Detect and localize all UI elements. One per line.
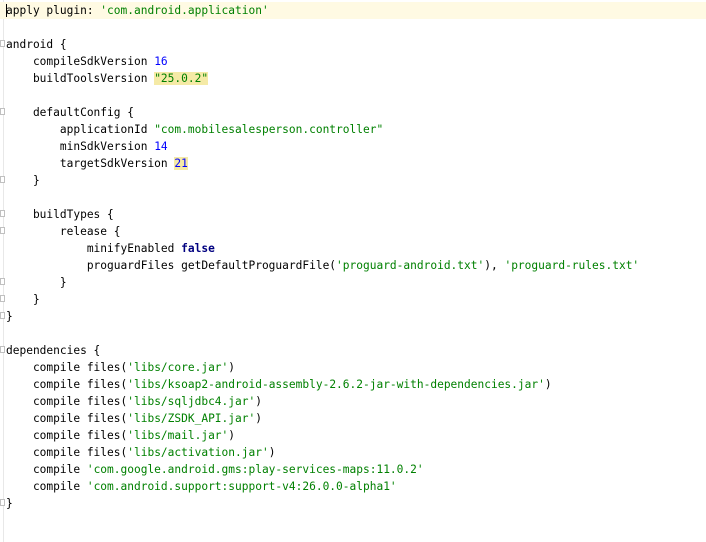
string-literal: 'libs/ZSDK_API.jar' <box>127 412 256 425</box>
code-text: compile files( <box>6 429 128 442</box>
code-line-4[interactable]: compileSdkVersion 16 <box>0 53 706 70</box>
code-line-14[interactable]: release { <box>0 223 706 240</box>
code-text: android { <box>6 38 67 51</box>
code-line-10[interactable]: targetSdkVersion 21 <box>0 155 706 172</box>
keyword: false <box>181 242 215 255</box>
code-line-25[interactable]: compile files('libs/ZSDK_API.jar') <box>0 410 706 427</box>
code-text: release { <box>6 225 121 238</box>
code-line-9[interactable]: minSdkVersion 14 <box>0 138 706 155</box>
code-line-8[interactable]: applicationId "com.mobilesalesperson.con… <box>0 121 706 138</box>
code-text: compile files( <box>6 446 128 459</box>
string-literal: 'com.android.support:support-v4:26.0.0-a… <box>86 480 397 493</box>
string-literal: 'libs/activation.jar' <box>127 446 269 459</box>
code-text: minifyEnabled <box>6 242 182 255</box>
code-text: compile <box>6 480 87 493</box>
string-literal: 'proguard-rules.txt' <box>504 259 640 272</box>
code-line-17[interactable]: } <box>0 274 706 291</box>
code-line-29[interactable]: compile 'com.android.support:support-v4:… <box>0 478 706 495</box>
code-text: compile files( <box>6 412 128 425</box>
code-text: applicationId <box>6 123 155 136</box>
code-text: compileSdkVersion <box>6 55 155 68</box>
fold-marker-icon[interactable] <box>0 499 5 506</box>
code-text: ) <box>268 446 276 459</box>
fold-marker-icon[interactable] <box>0 108 5 115</box>
code-text: compile files( <box>6 395 128 408</box>
fold-marker-icon[interactable] <box>0 176 5 183</box>
string-literal: "25.0.2" <box>154 72 209 85</box>
string-literal: 'libs/sqljdbc4.jar' <box>127 395 256 408</box>
code-text: defaultConfig { <box>6 106 134 119</box>
string-literal: 'libs/mail.jar' <box>127 429 229 442</box>
code-text: buildToolsVersion <box>6 72 155 85</box>
code-text: compile files( <box>6 378 128 391</box>
code-text: ) <box>228 361 236 374</box>
code-text: ) <box>255 412 262 425</box>
code-line-5[interactable]: buildToolsVersion "25.0.2" <box>0 70 706 87</box>
number-literal: 21 <box>174 157 188 170</box>
code-editor[interactable]: apply plugin: 'com.android.application' … <box>0 0 706 542</box>
code-line-11[interactable]: } <box>0 172 706 189</box>
code-line-23[interactable]: compile files('libs/ksoap2-android-assem… <box>0 376 706 393</box>
code-line-3[interactable]: android { <box>0 36 706 53</box>
code-line-26[interactable]: compile files('libs/mail.jar') <box>0 427 706 444</box>
code-text: ), <box>484 259 505 272</box>
code-line-16[interactable]: proguardFiles getDefaultProguardFile('pr… <box>0 257 706 274</box>
code-line-1[interactable]: apply plugin: 'com.android.application' <box>0 2 706 19</box>
code-line-15[interactable]: minifyEnabled false <box>0 240 706 257</box>
number-literal: 16 <box>154 55 168 68</box>
fold-marker-icon[interactable] <box>0 278 5 285</box>
code-line-22[interactable]: compile files('libs/core.jar') <box>0 359 706 376</box>
fold-marker-icon[interactable] <box>0 312 5 319</box>
code-text: proguardFiles getDefaultProguardFile( <box>6 259 337 272</box>
code-line-13[interactable]: buildTypes { <box>0 206 706 223</box>
code-line-27[interactable]: compile files('libs/activation.jar') <box>0 444 706 461</box>
code-text: targetSdkVersion <box>6 157 175 170</box>
code-text: compile files( <box>6 361 128 374</box>
code-text: minSdkVersion <box>6 140 155 153</box>
code-text: } <box>6 276 67 289</box>
code-text: } <box>6 310 13 323</box>
fold-marker-icon[interactable] <box>0 346 5 353</box>
string-literal: 'libs/core.jar' <box>127 361 229 374</box>
code-line-19[interactable]: } <box>0 308 706 325</box>
code-text: buildTypes { <box>6 208 114 221</box>
string-literal: 'com.google.android.gms:play-services-ma… <box>86 463 424 476</box>
string-literal: 'libs/ksoap2-android-assembly-2.6.2-jar-… <box>127 378 545 391</box>
fold-marker-icon[interactable] <box>0 295 5 302</box>
code-line-28[interactable]: compile 'com.google.android.gms:play-ser… <box>0 461 706 478</box>
fold-marker-icon[interactable] <box>0 40 5 47</box>
number-literal: 14 <box>154 140 168 153</box>
code-text: compile <box>6 463 87 476</box>
code-text: apply plugin: <box>6 4 101 17</box>
fold-marker-icon[interactable] <box>0 227 5 234</box>
fold-marker-icon[interactable] <box>0 210 5 217</box>
code-text: ) <box>544 378 552 391</box>
code-text: } <box>6 293 40 306</box>
string-literal: 'proguard-android.txt' <box>336 259 485 272</box>
code-text: ) <box>255 395 262 408</box>
code-line-7[interactable]: defaultConfig { <box>0 104 706 121</box>
string-literal: 'com.android.application' <box>100 4 269 17</box>
code-text: dependencies { <box>6 344 101 357</box>
code-line-30[interactable]: } <box>0 495 706 512</box>
code-line-18[interactable]: } <box>0 291 706 308</box>
code-text: ) <box>228 429 236 442</box>
code-line-21[interactable]: dependencies { <box>0 342 706 359</box>
code-line-24[interactable]: compile files('libs/sqljdbc4.jar') <box>0 393 706 410</box>
code-text: } <box>6 497 13 510</box>
code-text: } <box>6 174 40 187</box>
string-literal: "com.mobilesalesperson.controller" <box>154 123 384 136</box>
